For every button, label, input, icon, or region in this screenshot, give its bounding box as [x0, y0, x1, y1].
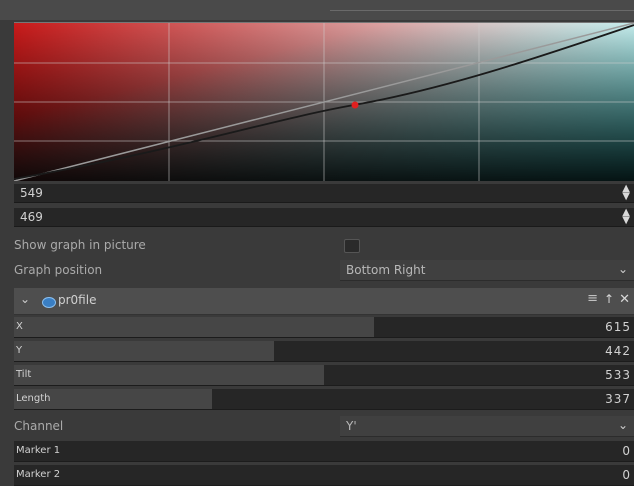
graph-position-label: Graph position	[14, 263, 103, 277]
close-icon[interactable]: ✕	[619, 292, 630, 307]
spinbox-arrows-icon[interactable]: ▲ ▼	[622, 208, 630, 226]
slider-value: 533	[605, 368, 631, 382]
slider-label: Tilt	[16, 369, 32, 380]
toolbar-divider	[330, 10, 634, 11]
channel-select[interactable]: Y' ⌄	[340, 416, 634, 437]
module-header[interactable]: ⌄ pr0file ≡ ↑ ✕	[14, 288, 634, 315]
slider-value: 337	[605, 392, 631, 406]
expand-chevron-icon[interactable]: ⌄	[20, 292, 30, 306]
curve-control-point[interactable]	[351, 101, 359, 109]
top-toolbar-strip	[0, 0, 634, 20]
slider-label: Marker 1	[16, 445, 61, 456]
chevron-down-icon: ⌄	[617, 262, 628, 276]
channel-label: Channel	[14, 419, 64, 433]
slider-fill	[14, 365, 324, 385]
channel-row: Channel Y' ⌄	[14, 416, 634, 437]
visibility-eye-icon[interactable]	[42, 297, 56, 308]
slider-marker-1[interactable]: Marker 1 0	[14, 441, 634, 462]
spinbox-549[interactable]: 549 ▲ ▼	[14, 184, 634, 203]
spinbox-arrows-icon[interactable]: ▲ ▼	[622, 184, 630, 202]
graph-position-select[interactable]: Bottom Right ⌄	[340, 260, 634, 281]
slider-value: 442	[605, 344, 631, 358]
presets-menu-icon[interactable]: ≡	[587, 291, 598, 306]
spinbox-469[interactable]: 469 ▲ ▼	[14, 208, 634, 227]
slider-fill	[14, 317, 374, 337]
slider-length[interactable]: Length 337	[14, 389, 634, 410]
show-graph-label: Show graph in picture	[14, 238, 146, 252]
curve-graph[interactable]	[14, 22, 634, 181]
show-graph-checkbox[interactable]	[344, 239, 360, 253]
slider-fill	[14, 341, 275, 361]
slider-label: Length	[16, 393, 51, 404]
slider-y[interactable]: Y 442	[14, 341, 634, 362]
spinbox-value: 469	[20, 210, 43, 224]
chevron-down-icon: ⌄	[617, 418, 628, 432]
curve-graph-canvas[interactable]	[14, 23, 634, 181]
module-name: pr0file	[58, 293, 97, 307]
show-graph-row: Show graph in picture	[14, 235, 634, 255]
spinbox-value: 549	[20, 186, 43, 200]
slider-value: 0	[622, 444, 631, 458]
slider-value: 615	[605, 320, 631, 334]
graph-position-row: Graph position Bottom Right ⌄	[14, 260, 634, 281]
slider-value: 0	[622, 468, 631, 482]
slider-label: X	[16, 321, 23, 332]
slider-tilt[interactable]: Tilt 533	[14, 365, 634, 386]
slider-label: Y	[16, 345, 23, 356]
move-up-icon[interactable]: ↑	[604, 292, 614, 306]
graph-position-value: Bottom Right	[346, 263, 426, 277]
channel-value: Y'	[346, 419, 357, 433]
slider-label: Marker 2	[16, 469, 61, 480]
slider-x[interactable]: X 615	[14, 317, 634, 338]
